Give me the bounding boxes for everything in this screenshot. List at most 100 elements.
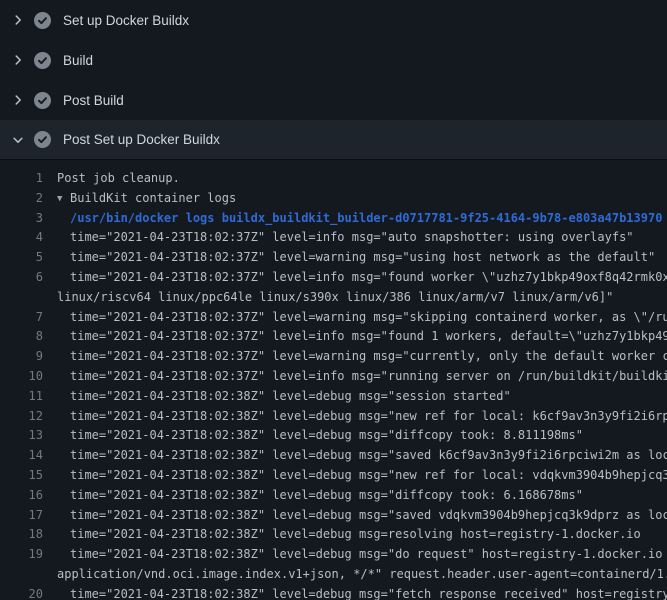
log-line-text: time="2021-04-23T18:02:37Z" level=warnin… [43,347,667,367]
log-line: 16 time="2021-04-23T18:02:38Z" level=deb… [0,486,667,506]
log-line-text: time="2021-04-23T18:02:38Z" level=debug … [43,466,667,486]
line-number[interactable]: 10 [0,367,43,387]
line-number[interactable]: 18 [0,525,43,545]
log-line-text: time="2021-04-23T18:02:37Z" level=info m… [43,268,667,288]
log-line: 20 time="2021-04-23T18:02:38Z" level=deb… [0,585,667,600]
line-number[interactable]: 4 [0,228,43,248]
step-title: Build [63,53,93,68]
step-row-post-set-up-docker-buildx[interactable]: Post Set up Docker Buildx [0,120,667,160]
log-line: 9 time="2021-04-23T18:02:37Z" level=warn… [0,347,667,367]
line-number [0,288,43,308]
chevron-right-icon [10,52,26,68]
line-number[interactable]: 2 [0,189,43,209]
log-line: 18 time="2021-04-23T18:02:38Z" level=deb… [0,525,667,545]
log-line: 7 time="2021-04-23T18:02:37Z" level=warn… [0,308,667,328]
log-line-text: time="2021-04-23T18:02:37Z" level=info m… [43,228,667,248]
chevron-right-icon [10,92,26,108]
log-text: time="2021-04-23T18:02:37Z" level=info m… [70,369,667,383]
step-row-build[interactable]: Build [0,40,667,80]
log-text: time="2021-04-23T18:02:38Z" level=debug … [70,428,583,442]
log-text: time="2021-04-23T18:02:38Z" level=debug … [70,448,667,462]
log-text: time="2021-04-23T18:02:38Z" level=debug … [70,508,667,522]
group-collapse-icon[interactable]: ▼ [57,190,70,209]
log-line-text: time="2021-04-23T18:02:38Z" level=debug … [43,506,667,526]
line-number [0,565,43,585]
log-line: 5 time="2021-04-23T18:02:37Z" level=warn… [0,248,667,268]
log-line-text: time="2021-04-23T18:02:37Z" level=info m… [43,367,667,387]
log-line: 6 time="2021-04-23T18:02:37Z" level=info… [0,268,667,288]
line-number[interactable]: 15 [0,466,43,486]
line-number[interactable]: 19 [0,545,43,565]
log-line-wrap: linux/riscv64 linux/ppc64le linux/s390x … [0,288,667,308]
log-text: time="2021-04-23T18:02:37Z" level=info m… [70,230,634,244]
check-circle-icon [34,12,51,29]
line-number[interactable]: 8 [0,327,43,347]
log-line-wrap: application/vnd.oci.image.index.v1+json,… [0,565,667,585]
log-line-text: time="2021-04-23T18:02:37Z" level=info m… [43,327,667,347]
log-group-toggle[interactable]: 2 ▼BuildKit container logs [0,189,667,209]
line-number[interactable]: 20 [0,585,43,600]
chevron-right-icon [10,12,26,28]
log-line-text: time="2021-04-23T18:02:38Z" level=debug … [43,545,667,565]
log-line-text: time="2021-04-23T18:02:37Z" level=warnin… [43,308,667,328]
log-line: 1 Post job cleanup. [0,169,667,189]
step-list: Set up Docker Buildx Build Post Buil [0,0,667,160]
log-line-text: time="2021-04-23T18:02:38Z" level=debug … [43,585,667,600]
line-number[interactable]: 12 [0,407,43,427]
log-text: time="2021-04-23T18:02:38Z" level=debug … [70,587,667,600]
log-line: 4 time="2021-04-23T18:02:37Z" level=info… [0,228,667,248]
line-number[interactable]: 3 [0,209,43,229]
log-text: time="2021-04-23T18:02:38Z" level=debug … [70,389,511,403]
log-text: time="2021-04-23T18:02:37Z" level=warnin… [70,310,667,324]
line-number[interactable]: 6 [0,268,43,288]
check-circle-icon [34,52,51,69]
line-number[interactable]: 5 [0,248,43,268]
log-line-text: /usr/bin/docker logs buildx_buildkit_bui… [43,209,667,229]
step-title: Set up Docker Buildx [63,13,189,28]
log-line-text: linux/riscv64 linux/ppc64le linux/s390x … [43,288,667,308]
line-number[interactable]: 7 [0,308,43,328]
log-text: time="2021-04-23T18:02:37Z" level=warnin… [70,250,655,264]
line-number[interactable]: 17 [0,506,43,526]
log-line: 12 time="2021-04-23T18:02:38Z" level=deb… [0,407,667,427]
line-number[interactable]: 13 [0,426,43,446]
line-number[interactable]: 11 [0,387,43,407]
line-number[interactable]: 9 [0,347,43,367]
log-text: time="2021-04-23T18:02:38Z" level=debug … [70,547,667,561]
actions-log-viewer: Set up Docker Buildx Build Post Buil [0,0,667,600]
log-text: time="2021-04-23T18:02:37Z" level=info m… [70,270,667,284]
log-line: 13 time="2021-04-23T18:02:38Z" level=deb… [0,426,667,446]
log-line-text: time="2021-04-23T18:02:38Z" level=debug … [43,407,667,427]
log-line-text: time="2021-04-23T18:02:38Z" level=debug … [43,426,667,446]
log-text: /usr/bin/docker logs buildx_buildkit_bui… [70,211,662,225]
log-line-text: time="2021-04-23T18:02:38Z" level=debug … [43,525,667,545]
line-number[interactable]: 14 [0,446,43,466]
log-line: 10 time="2021-04-23T18:02:37Z" level=inf… [0,367,667,387]
step-title: Post Build [63,93,124,108]
line-number[interactable]: 1 [0,169,43,189]
step-title: Post Set up Docker Buildx [63,132,220,147]
log-line: 19 time="2021-04-23T18:02:38Z" level=deb… [0,545,667,565]
log-line-command: 3 /usr/bin/docker logs buildx_buildkit_b… [0,209,667,229]
step-row-set-up-docker-buildx[interactable]: Set up Docker Buildx [0,0,667,40]
log-text: BuildKit container logs [70,191,236,205]
log-line-text: ▼BuildKit container logs [43,189,667,209]
check-circle-icon [34,131,51,148]
log-text: time="2021-04-23T18:02:37Z" level=info m… [70,329,667,343]
line-number[interactable]: 16 [0,486,43,506]
check-circle-icon [34,92,51,109]
log-line-text: time="2021-04-23T18:02:38Z" level=debug … [43,387,667,407]
log-text: Post job cleanup. [57,171,180,185]
log-line-text: time="2021-04-23T18:02:38Z" level=debug … [43,446,667,466]
log-line: 11 time="2021-04-23T18:02:38Z" level=deb… [0,387,667,407]
log-text: time="2021-04-23T18:02:37Z" level=warnin… [70,349,667,363]
log-text: application/vnd.oci.image.index.v1+json,… [57,567,667,581]
log-panel: 1 Post job cleanup. 2 ▼BuildKit containe… [0,160,667,600]
chevron-down-icon [10,132,26,148]
log-text: time="2021-04-23T18:02:38Z" level=debug … [70,527,641,541]
log-text: time="2021-04-23T18:02:38Z" level=debug … [70,468,667,482]
log-text: time="2021-04-23T18:02:38Z" level=debug … [70,488,583,502]
step-row-post-build[interactable]: Post Build [0,80,667,120]
log-text: time="2021-04-23T18:02:38Z" level=debug … [70,409,667,423]
log-line: 15 time="2021-04-23T18:02:38Z" level=deb… [0,466,667,486]
